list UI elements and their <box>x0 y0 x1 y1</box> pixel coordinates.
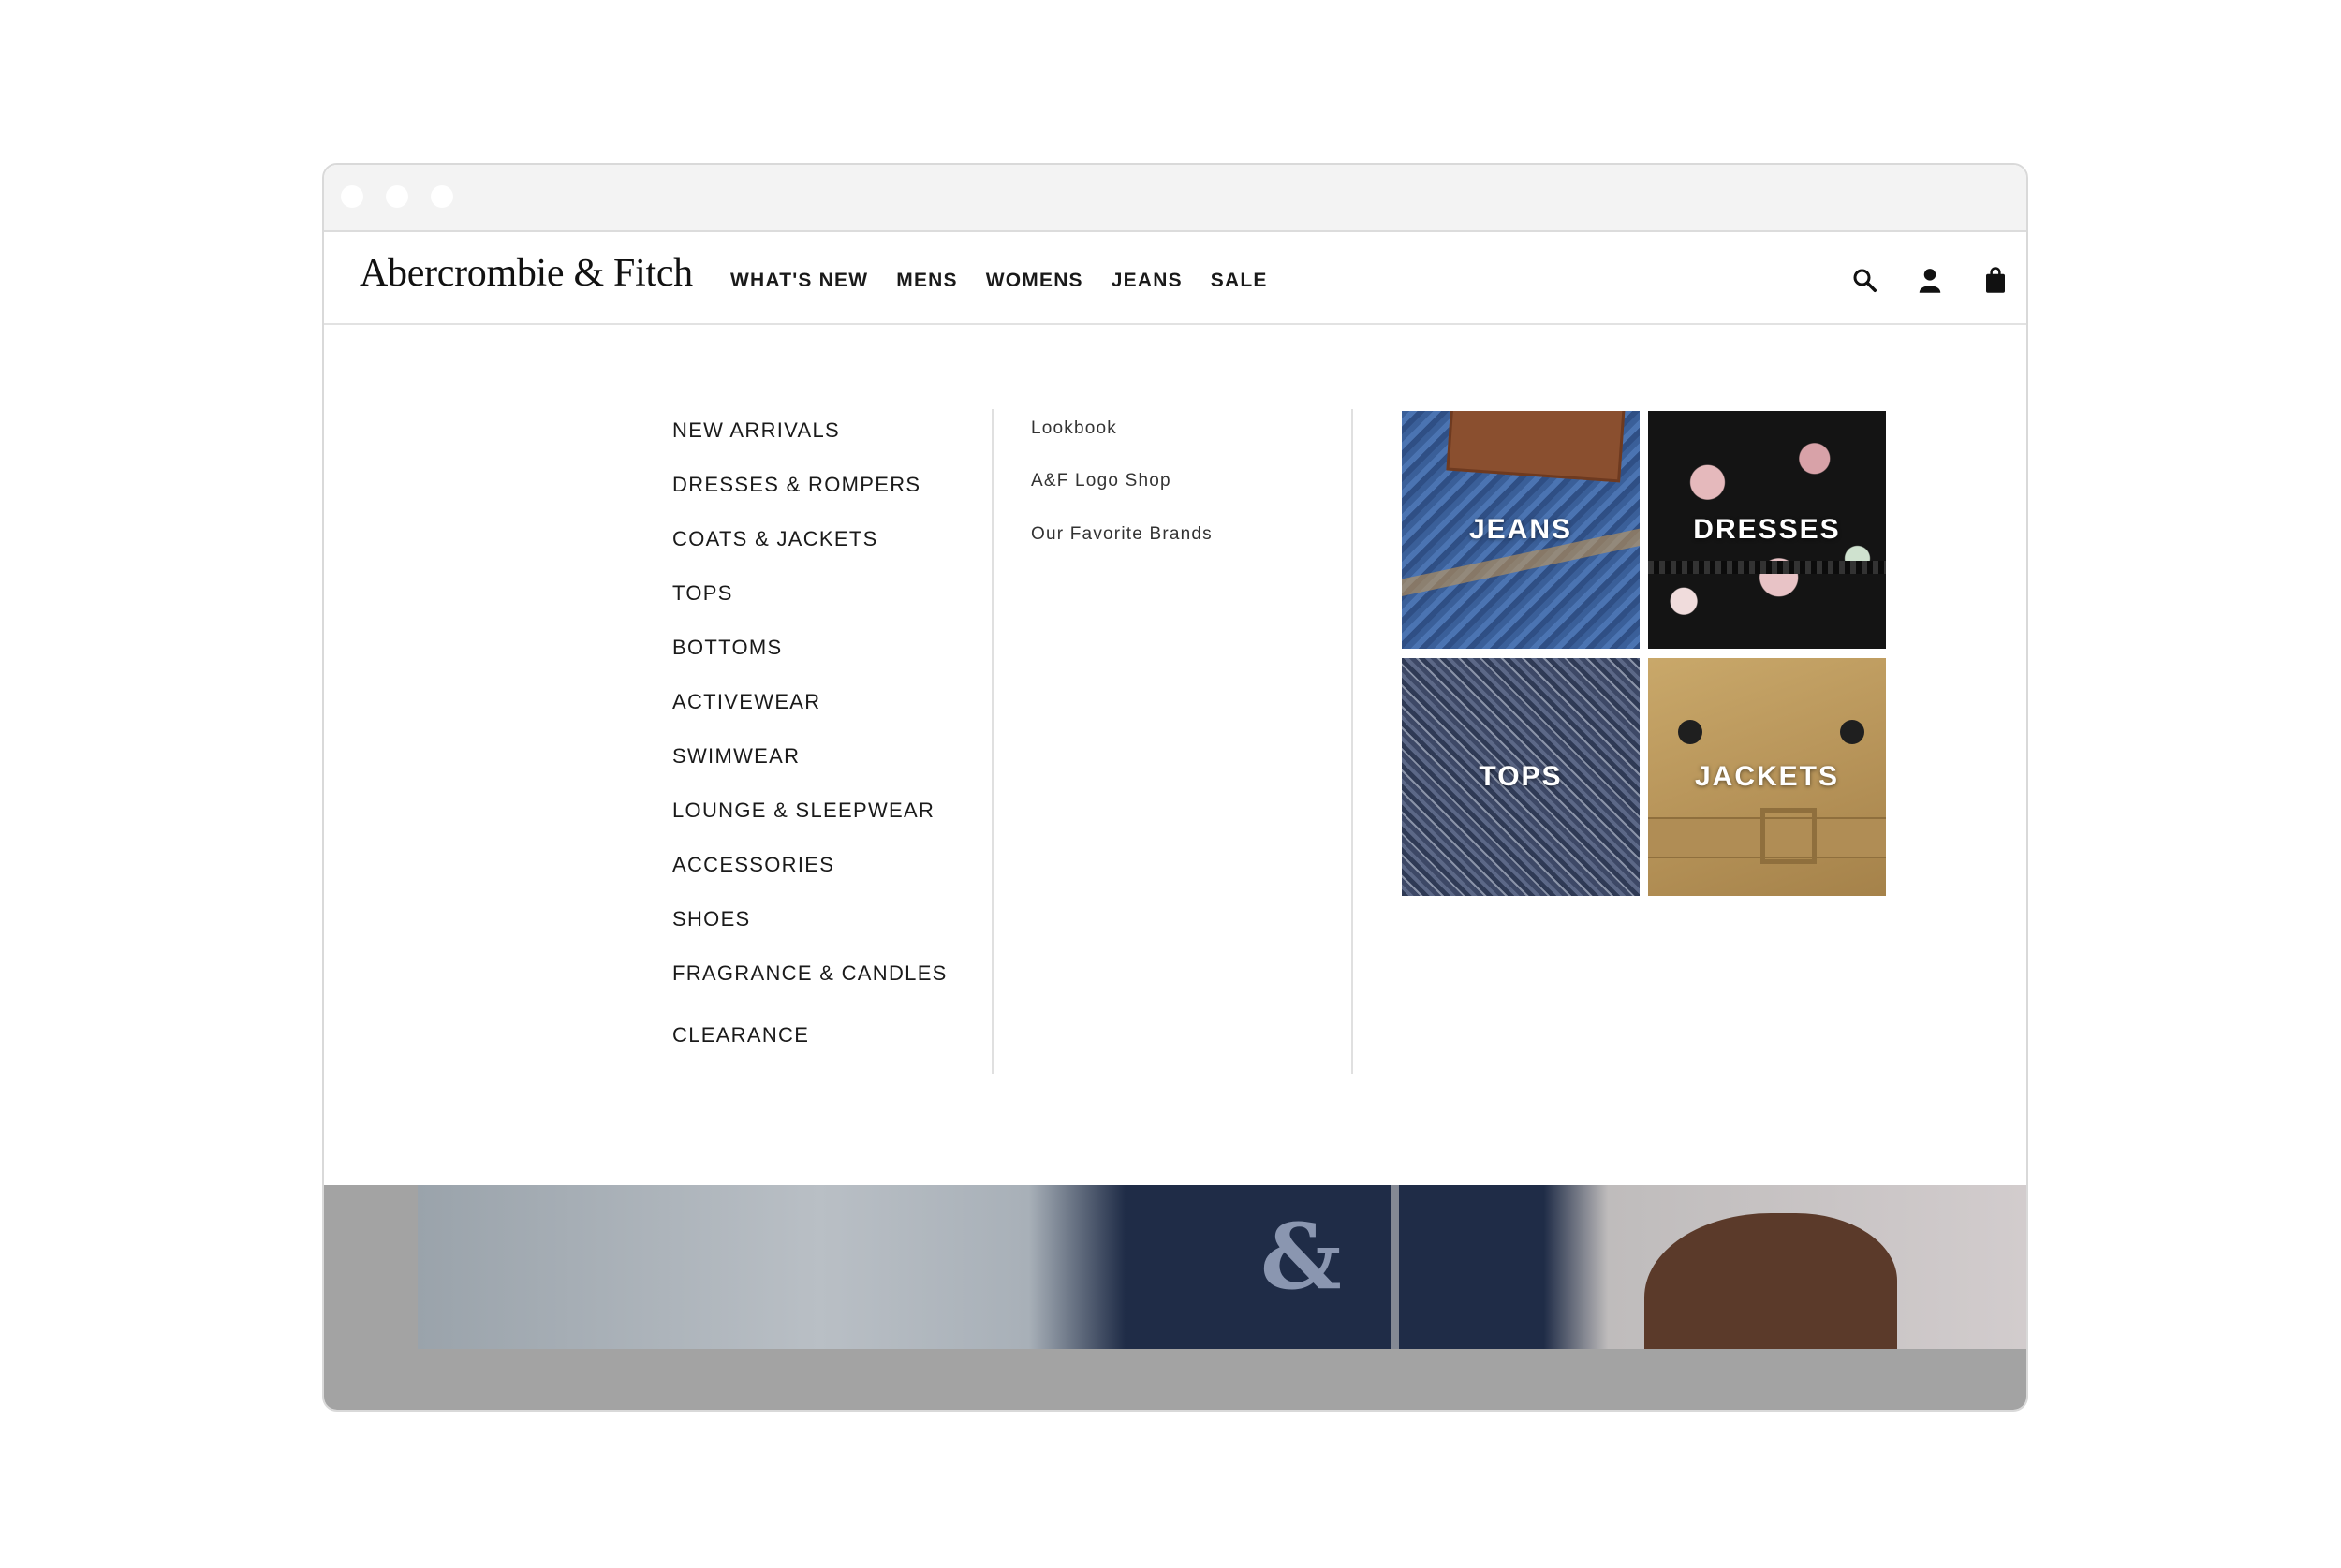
nav-jeans[interactable]: JEANS <box>1112 270 1183 292</box>
link-logo-shop[interactable]: A&F Logo Shop <box>1031 471 1171 491</box>
browser-window: Abercrombie & Fitch WHAT'S NEW MENS WOME… <box>322 163 2028 1412</box>
tile-jeans[interactable]: JEANS <box>1402 411 1640 649</box>
site-header: Abercrombie & Fitch WHAT'S NEW MENS WOME… <box>324 232 2026 325</box>
tile-label: TOPS <box>1479 761 1563 792</box>
title-bar <box>324 165 2026 232</box>
tile-label: JACKETS <box>1694 761 1840 792</box>
hand-graphic <box>1644 1213 1897 1349</box>
nav-sale[interactable]: SALE <box>1211 270 1268 292</box>
zipper-graphic <box>1391 1185 1399 1349</box>
close-window-button[interactable] <box>341 185 363 208</box>
menu-item-lounge-sleepwear[interactable]: LOUNGE & SLEEPWEAR <box>672 799 935 823</box>
menu-item-new-arrivals[interactable]: NEW ARRIVALS <box>672 418 840 443</box>
lace-trim <box>1648 561 1886 574</box>
leather-patch <box>1446 411 1626 483</box>
menu-item-accessories[interactable]: ACCESSORIES <box>672 853 834 877</box>
menu-item-activewear[interactable]: ACTIVEWEAR <box>672 690 820 714</box>
coat-button <box>1840 720 1864 744</box>
menu-item-shoes[interactable]: SHOES <box>672 907 751 931</box>
menu-divider <box>1351 409 1353 1074</box>
link-lookbook[interactable]: Lookbook <box>1031 418 1117 439</box>
page-overlay[interactable]: & <box>324 1185 2026 1410</box>
menu-divider <box>992 409 994 1074</box>
tile-tops[interactable]: TOPS <box>1402 658 1640 896</box>
bag-icon[interactable] <box>1981 266 2010 294</box>
ampersand-logo-graphic: & <box>1260 1204 1342 1310</box>
tile-label: DRESSES <box>1693 514 1841 545</box>
hero-image: & <box>418 1185 2026 1349</box>
search-icon[interactable] <box>1850 266 1878 294</box>
main-nav: WHAT'S NEW MENS WOMENS JEANS SALE <box>730 270 1268 292</box>
menu-item-clearance[interactable]: CLEARANCE <box>672 1023 809 1048</box>
nav-womens[interactable]: WOMENS <box>986 270 1083 292</box>
nav-whats-new[interactable]: WHAT'S NEW <box>730 270 868 292</box>
tile-dresses[interactable]: DRESSES <box>1648 411 1886 649</box>
tile-label: JEANS <box>1468 514 1573 545</box>
nav-mens[interactable]: MENS <box>896 270 957 292</box>
brand-logo[interactable]: Abercrombie & Fitch <box>360 251 693 296</box>
menu-item-bottoms[interactable]: BOTTOMS <box>672 636 782 660</box>
menu-item-dresses-rompers[interactable]: DRESSES & ROMPERS <box>672 473 920 497</box>
link-favorite-brands[interactable]: Our Favorite Brands <box>1031 524 1213 545</box>
menu-item-coats-jackets[interactable]: COATS & JACKETS <box>672 527 878 551</box>
minimize-window-button[interactable] <box>386 185 408 208</box>
menu-item-fragrance-candles[interactable]: FRAGRANCE & CANDLES <box>672 961 948 986</box>
belt-buckle <box>1760 808 1817 864</box>
menu-item-tops[interactable]: TOPS <box>672 581 733 606</box>
maximize-window-button[interactable] <box>431 185 453 208</box>
tile-jackets[interactable]: JACKETS <box>1648 658 1886 896</box>
coat-button <box>1678 720 1702 744</box>
account-icon[interactable] <box>1916 266 1944 294</box>
womens-mega-menu: NEW ARRIVALS DRESSES & ROMPERS COATS & J… <box>324 325 2026 1181</box>
menu-item-swimwear[interactable]: SWIMWEAR <box>672 744 800 769</box>
